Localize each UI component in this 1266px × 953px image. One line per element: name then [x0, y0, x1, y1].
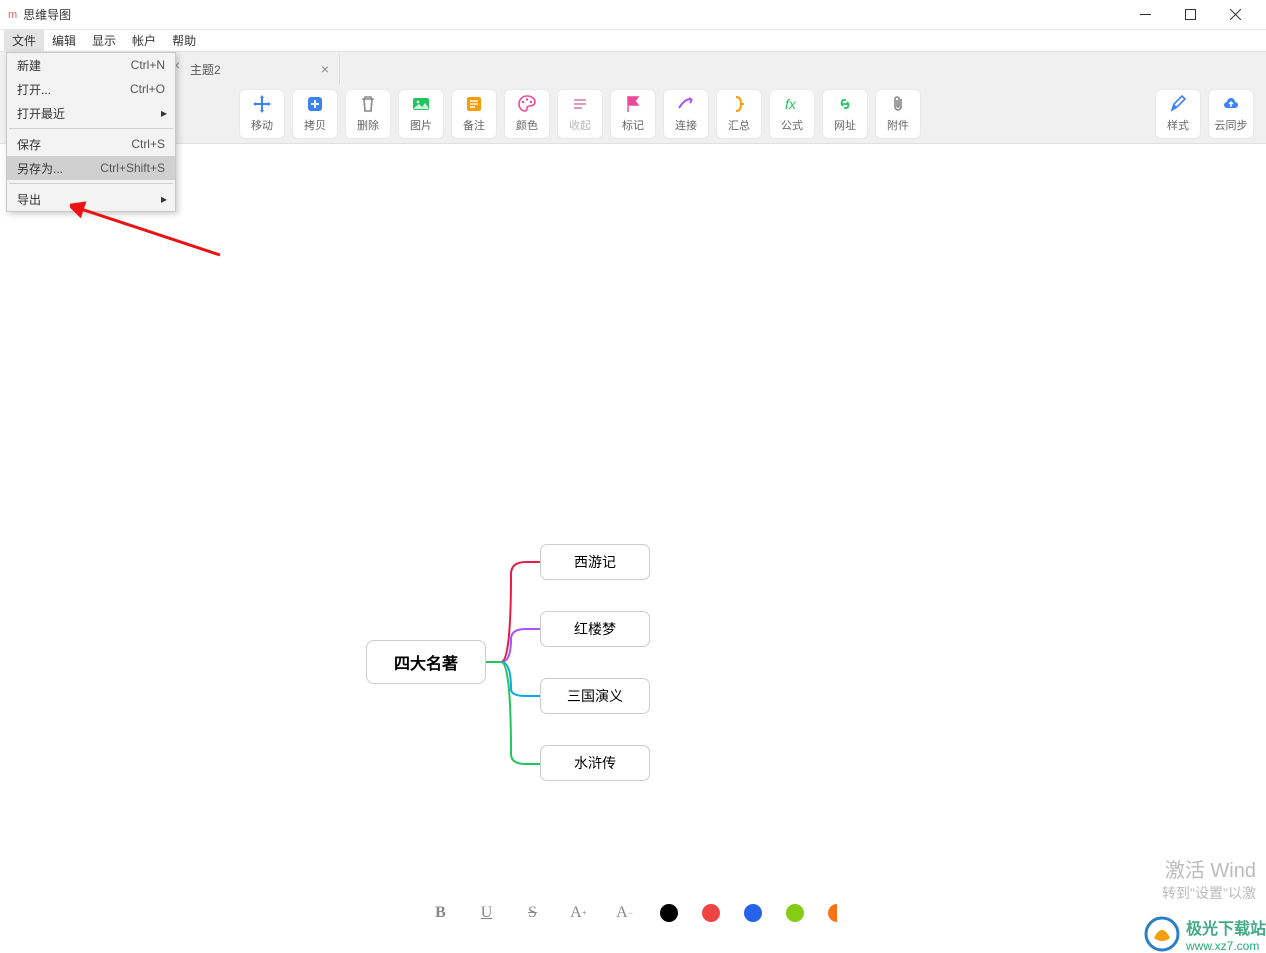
move-icon [252, 94, 272, 114]
underline-button[interactable]: U [476, 902, 498, 924]
tool-copy[interactable]: 拷贝 [292, 89, 338, 139]
formula-icon: fx [782, 94, 802, 114]
color-orange[interactable] [828, 904, 837, 922]
color-blue[interactable] [744, 904, 762, 922]
menu-separator [9, 128, 173, 129]
tool-mark[interactable]: 标记 [610, 89, 656, 139]
tab-topic2[interactable]: 主题2 × [180, 54, 340, 84]
bold-button[interactable]: B [430, 902, 452, 924]
tool-color[interactable]: 颜色 [504, 89, 550, 139]
tab-close-icon[interactable]: × [321, 61, 329, 77]
toolbar: 移动 拷贝 删除 图片 备注 颜色 收起 标记 连接 汇总 fx公式 网址 附件… [0, 84, 1266, 144]
menu-new[interactable]: 新建Ctrl+N [7, 53, 175, 77]
menu-save-as[interactable]: 另存为...Ctrl+Shift+S [7, 156, 175, 180]
tool-cloud[interactable]: 云同步 [1208, 89, 1254, 139]
tool-move[interactable]: 移动 [239, 89, 285, 139]
strike-button[interactable]: S [522, 902, 544, 924]
menu-account[interactable]: 帐户 [124, 30, 164, 51]
font-decrease-button[interactable]: A− [614, 902, 636, 924]
color-green[interactable] [786, 904, 804, 922]
tool-note[interactable]: 备注 [451, 89, 497, 139]
copy-icon [305, 94, 325, 114]
title-bar: m 思维导图 [0, 0, 1266, 30]
note-icon [464, 94, 484, 114]
color-icon [517, 94, 537, 114]
menu-edit[interactable]: 编辑 [44, 30, 84, 51]
mindmap-child-node[interactable]: 红楼梦 [540, 611, 650, 647]
tool-attach[interactable]: 附件 [875, 89, 921, 139]
tool-formula[interactable]: fx公式 [769, 89, 815, 139]
svg-text:fx: fx [785, 96, 797, 112]
tool-url[interactable]: 网址 [822, 89, 868, 139]
image-icon [411, 94, 431, 114]
brush-icon [1168, 94, 1188, 114]
format-bar: B U S A+ A− [0, 893, 1266, 933]
menu-help[interactable]: 帮助 [164, 30, 204, 51]
mindmap-child-node[interactable]: 三国演义 [540, 678, 650, 714]
site-watermark: 极光下载站www.xz7.com [1144, 915, 1266, 953]
tool-image[interactable]: 图片 [398, 89, 444, 139]
logo-icon [1144, 916, 1180, 952]
connect-icon [676, 94, 696, 114]
cloud-icon [1221, 94, 1241, 114]
flag-icon [623, 94, 643, 114]
menu-save[interactable]: 保存Ctrl+S [7, 132, 175, 156]
activation-watermark: 激活 Wind 转到"设置"以激 [1162, 854, 1256, 903]
tool-collapse[interactable]: 收起 [557, 89, 603, 139]
paperclip-icon [888, 94, 908, 114]
link-icon [835, 94, 855, 114]
chevron-right-icon: ▸ [161, 106, 167, 120]
minimize-button[interactable] [1123, 0, 1168, 30]
app-icon: m [8, 9, 17, 21]
tool-connect[interactable]: 连接 [663, 89, 709, 139]
delete-icon [358, 94, 378, 114]
color-red[interactable] [702, 904, 720, 922]
file-menu-dropdown: 新建Ctrl+N 打开...Ctrl+O 打开最近▸ 保存Ctrl+S 另存为.… [6, 52, 176, 212]
tool-style[interactable]: 样式 [1155, 89, 1201, 139]
color-black[interactable] [660, 904, 678, 922]
mindmap-root-node[interactable]: 四大名著 [366, 640, 486, 684]
menu-bar: 文件 编辑 显示 帐户 帮助 [0, 30, 1266, 52]
summary-icon [729, 94, 749, 114]
tab-label: 主题2 [190, 61, 221, 78]
window-title: 思维导图 [23, 6, 1123, 23]
tool-delete[interactable]: 删除 [345, 89, 391, 139]
menu-view[interactable]: 显示 [84, 30, 124, 51]
tool-summary[interactable]: 汇总 [716, 89, 762, 139]
tabs-row: × 主题2 × [0, 52, 1266, 84]
mindmap-child-node[interactable]: 西游记 [540, 544, 650, 580]
close-button[interactable] [1213, 0, 1258, 30]
menu-file[interactable]: 文件 [4, 30, 44, 51]
collapse-icon [570, 94, 590, 114]
menu-open-recent[interactable]: 打开最近▸ [7, 101, 175, 125]
menu-separator [9, 183, 173, 184]
menu-open[interactable]: 打开...Ctrl+O [7, 77, 175, 101]
mindmap-child-node[interactable]: 水浒传 [540, 745, 650, 781]
maximize-button[interactable] [1168, 0, 1213, 30]
annotation-arrow [70, 200, 230, 260]
font-increase-button[interactable]: A+ [568, 902, 590, 924]
connector-lines [486, 544, 546, 784]
